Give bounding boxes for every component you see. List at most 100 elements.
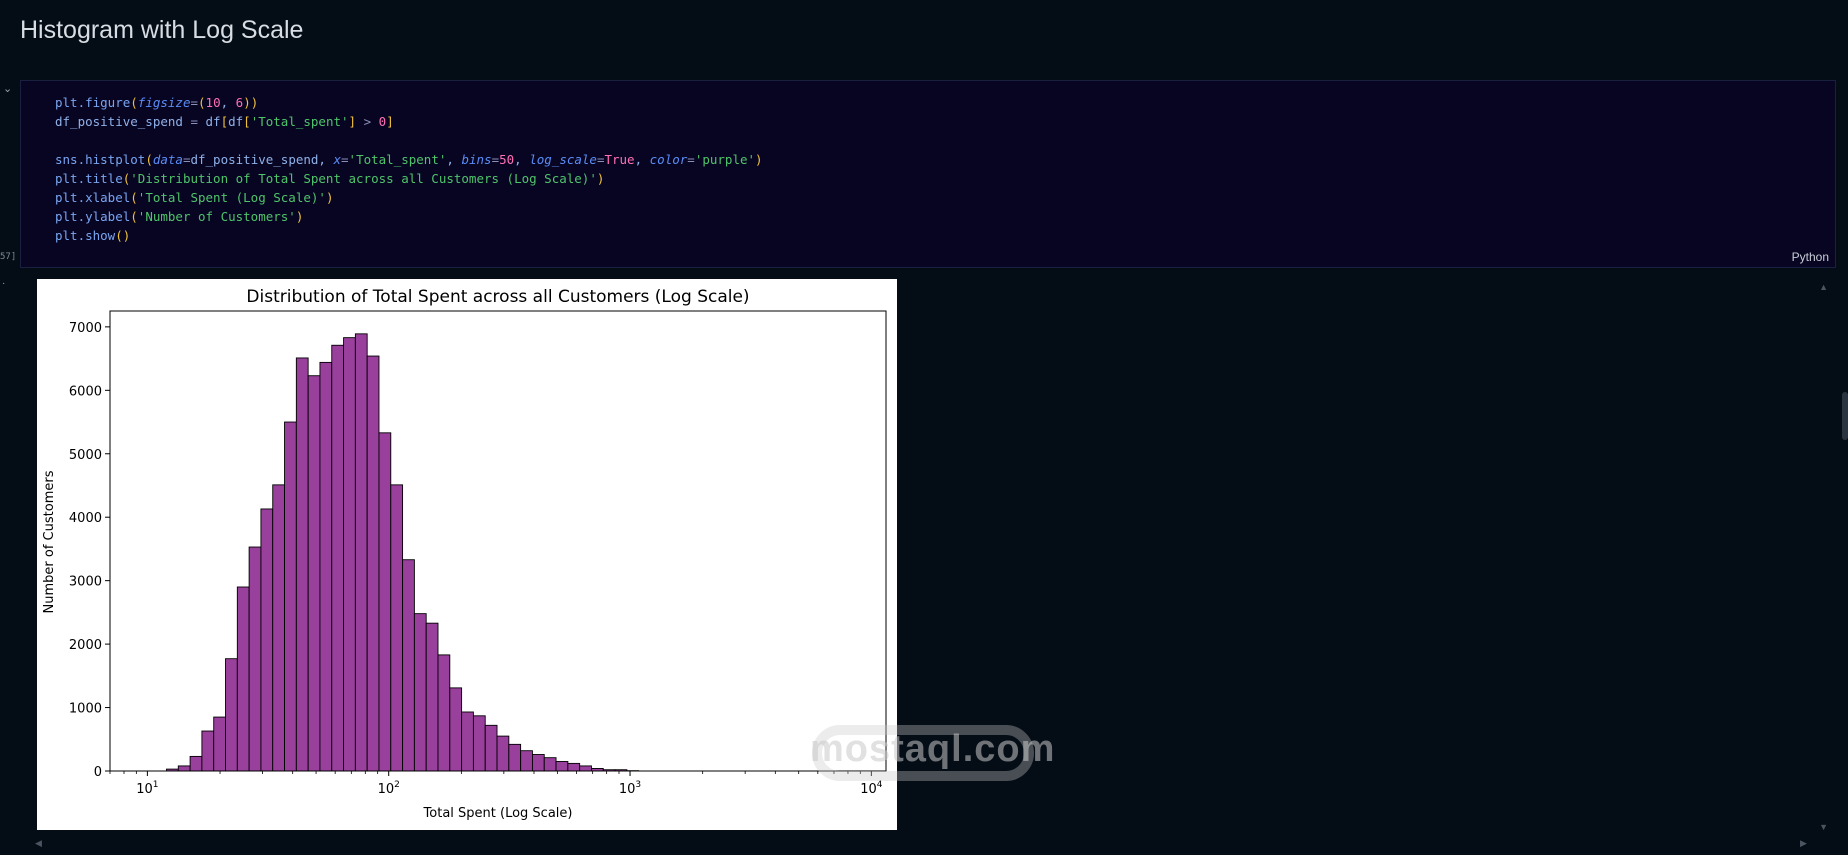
code-token: plt.xlabel xyxy=(55,190,131,205)
code-token: )) xyxy=(243,95,259,110)
code-token: 'Number of Customers' xyxy=(137,209,296,224)
x-tick-exponent: 4 xyxy=(877,780,883,790)
code-token: df_positive_spend xyxy=(55,114,191,129)
histogram-chart: Distribution of Total Spent across all C… xyxy=(42,287,887,821)
code-line[interactable]: plt.show() xyxy=(55,226,763,245)
code-token: , xyxy=(220,95,236,110)
x-tick-base: 10 xyxy=(136,782,153,797)
x-tick-base: 10 xyxy=(860,782,877,797)
x-tick-label: 101 xyxy=(136,780,158,797)
histogram-bar xyxy=(413,613,427,772)
y-tick-label: 2000 xyxy=(69,638,102,653)
watermark-text: mostaql.com xyxy=(810,728,1056,770)
histogram-bar xyxy=(543,757,557,772)
code-token: x xyxy=(333,152,342,167)
code-token: ) xyxy=(325,190,334,205)
language-label[interactable]: Python xyxy=(1792,250,1829,264)
code-token: , xyxy=(634,152,650,167)
code-token: plt.figure xyxy=(55,95,131,110)
x-tick-label: 102 xyxy=(378,780,400,797)
y-tick-label: 6000 xyxy=(69,384,102,399)
histogram-bar xyxy=(402,559,415,772)
code-token: data xyxy=(152,152,183,167)
code-line[interactable] xyxy=(55,131,763,150)
code-token: 50 xyxy=(499,152,515,167)
code-token: 'Total_spent' xyxy=(348,152,447,167)
code-line[interactable]: df_positive_spend = df[df['Total_spent']… xyxy=(55,112,763,131)
code-token: plt.ylabel xyxy=(55,209,131,224)
histogram-bar xyxy=(531,754,545,772)
histogram-bar xyxy=(307,375,321,772)
y-tick-label: 5000 xyxy=(69,448,102,463)
code-token: log_scale xyxy=(529,152,597,167)
code-token: figsize xyxy=(137,95,191,110)
histogram-bar xyxy=(225,658,238,772)
scroll-left-arrow-icon[interactable]: ◀ xyxy=(35,838,42,849)
histogram-bar xyxy=(201,730,215,772)
execution-count: 57] xyxy=(0,252,17,262)
code-cell[interactable]: plt.figure(figsize=(10, 6)) df_positive_s… xyxy=(20,80,1836,268)
histogram-bar xyxy=(177,765,191,772)
vertical-scrollbar-thumb[interactable] xyxy=(1842,392,1848,440)
scroll-right-arrow-icon[interactable]: ▶ xyxy=(1800,838,1807,849)
collapse-chevron-icon[interactable]: ⌄ xyxy=(3,82,12,95)
code-token: = xyxy=(190,114,198,129)
code-token: ] xyxy=(348,114,357,129)
x-axis-ticks: 101 102 103 104 xyxy=(109,771,883,797)
code-line[interactable]: plt.ylabel('Number of Customers') xyxy=(55,207,763,226)
x-axis-label: Total Spent (Log Scale) xyxy=(423,806,573,821)
histogram-bar xyxy=(272,484,285,772)
code-token: ] xyxy=(386,114,394,129)
histogram-bar xyxy=(236,586,250,772)
histogram-bar xyxy=(567,762,581,772)
histogram-bars xyxy=(166,333,640,772)
histogram-bar xyxy=(437,654,451,772)
code-token: 'Total Spent (Log Scale)' xyxy=(137,190,326,205)
y-axis-label: Number of Customers xyxy=(42,470,57,613)
code-token: ( xyxy=(130,95,138,110)
histogram-bar xyxy=(331,344,345,772)
code-line[interactable]: plt.xlabel('Total Spent (Log Scale)') xyxy=(55,188,763,207)
code-token: = xyxy=(687,152,695,167)
y-tick-label: 1000 xyxy=(69,702,102,717)
histogram-bar xyxy=(484,724,498,772)
code-line[interactable]: plt.figure(figsize=(10, 6)) xyxy=(55,93,763,112)
code-token: ( xyxy=(198,95,206,110)
code-editor[interactable]: plt.figure(figsize=(10, 6)) df_positive_s… xyxy=(55,93,763,245)
histogram-bar xyxy=(555,761,569,772)
code-token: = xyxy=(190,95,199,110)
histogram-bar xyxy=(425,622,439,772)
code-token: ) xyxy=(755,152,763,167)
y-tick-label: 3000 xyxy=(69,575,102,590)
code-token: ( xyxy=(130,209,138,224)
histogram-bar xyxy=(579,765,592,772)
histogram-bar xyxy=(189,755,203,772)
cell-output: Distribution of Total Spent across all C… xyxy=(37,279,897,830)
y-axis-ticks: 0 1000 2000 3000 4000 5000 6000 7000 xyxy=(69,321,110,780)
code-token: = xyxy=(491,152,500,167)
notebook-heading: Histogram with Log Scale xyxy=(20,16,304,44)
code-token: , xyxy=(446,152,462,167)
code-line[interactable]: sns.histplot(data=df_positive_spend, x='… xyxy=(55,150,763,169)
code-token: 'purple' xyxy=(694,152,756,167)
code-token: [ xyxy=(243,114,251,129)
scroll-down-arrow-icon[interactable]: ▼ xyxy=(1819,822,1828,832)
code-token: 10 xyxy=(205,95,221,110)
y-tick-label: 7000 xyxy=(69,321,102,336)
code-line[interactable]: plt.title('Distribution of Total Spent a… xyxy=(55,169,763,188)
x-tick-label: 103 xyxy=(619,780,641,797)
code-token: df xyxy=(198,114,221,129)
code-token: () xyxy=(115,228,131,243)
histogram-bar xyxy=(390,484,404,772)
histogram-bar xyxy=(260,508,274,772)
code-token: df_positive_spend, xyxy=(190,152,334,167)
scroll-up-arrow-icon[interactable]: ▲ xyxy=(1819,282,1828,292)
x-tick-exponent: 3 xyxy=(635,780,641,790)
x-tick-base: 10 xyxy=(619,782,636,797)
code-token: , xyxy=(514,152,530,167)
code-token: True xyxy=(604,152,635,167)
code-token: bins xyxy=(461,152,492,167)
output-gutter-dot[interactable]: · xyxy=(2,278,5,289)
code-token: 'Total_spent' xyxy=(250,114,349,129)
x-tick-label: 104 xyxy=(860,780,883,797)
